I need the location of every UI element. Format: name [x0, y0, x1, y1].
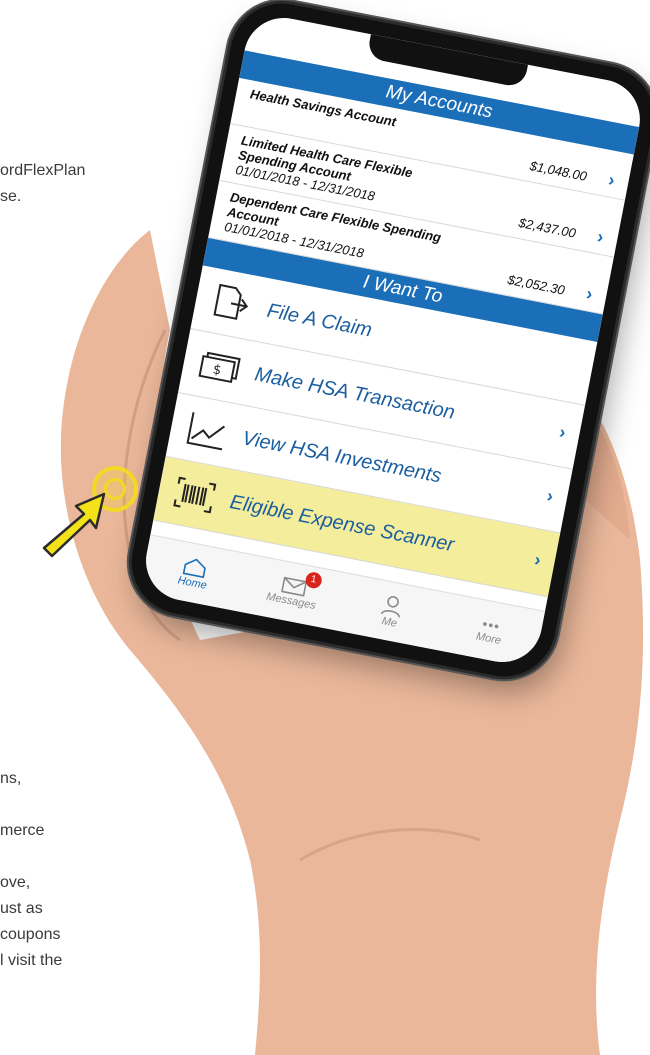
- pointer-arrow-icon: [42, 492, 106, 558]
- chevron-right-icon: ›: [584, 283, 595, 305]
- account-balance: $1,048.00: [528, 158, 589, 184]
- dollar-bill-icon: $: [194, 344, 245, 392]
- document-arrow-icon: [207, 280, 258, 328]
- messages-badge: 1: [304, 570, 323, 590]
- chevron-right-icon: ›: [545, 485, 556, 507]
- chevron-right-icon: ›: [595, 226, 606, 248]
- want-to-label: File A Claim: [265, 299, 374, 342]
- chevron-right-icon: ›: [557, 421, 568, 443]
- barcode-scanner-icon: [169, 471, 220, 519]
- line-chart-icon: [182, 407, 233, 455]
- chevron-right-icon: ›: [606, 169, 617, 191]
- tab-label: Me: [380, 615, 398, 630]
- chevron-right-icon: ›: [532, 549, 543, 571]
